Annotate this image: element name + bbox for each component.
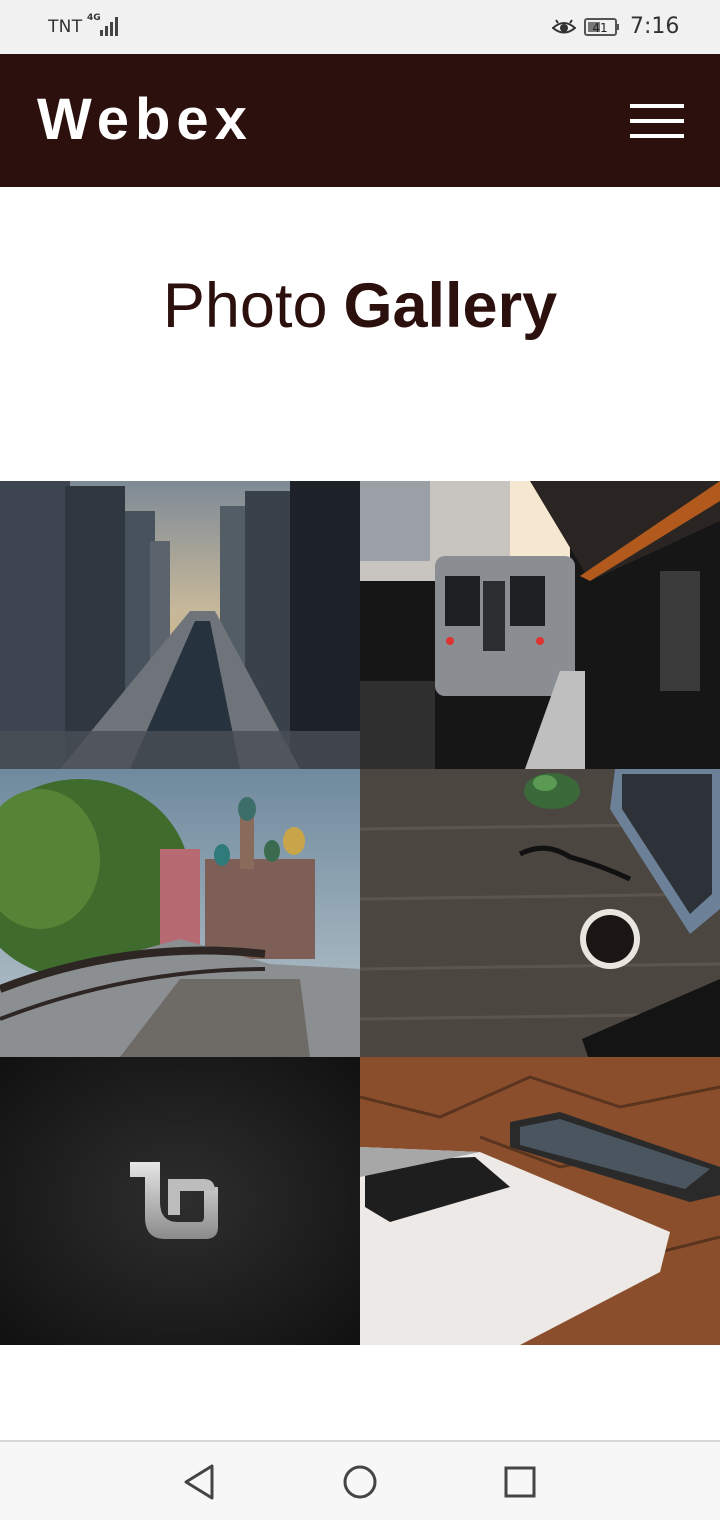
clock: 7:16: [630, 14, 680, 39]
page-title: Photo Gallery: [0, 268, 720, 344]
eye-icon: [552, 19, 576, 34]
hamburger-menu-icon[interactable]: [628, 102, 686, 140]
recents-square-icon[interactable]: [498, 1460, 542, 1504]
site-header: Webex: [0, 54, 720, 187]
gallery-photo-laptop-phone[interactable]: [360, 1057, 720, 1345]
brand-logo-text[interactable]: Webex: [37, 87, 253, 153]
page-title-light: Photo: [162, 271, 328, 341]
gallery-photo-subway-train[interactable]: [360, 481, 720, 769]
carrier-label: TNT: [48, 17, 83, 37]
photo-gallery: [0, 481, 720, 1345]
status-bar: TNT 4G 41 7:16: [0, 0, 720, 54]
gallery-photo-cathedral-bridge[interactable]: [0, 769, 360, 1057]
home-circle-icon[interactable]: [338, 1460, 382, 1504]
gallery-photo-city-skyline[interactable]: [0, 481, 360, 769]
page-title-bold: Gallery: [343, 271, 558, 341]
battery-level: 41: [592, 21, 607, 35]
signal-icon: [100, 17, 118, 36]
gallery-photo-mint-logo[interactable]: [0, 1057, 360, 1345]
back-triangle-icon[interactable]: [178, 1460, 222, 1504]
android-nav-bar: [0, 1440, 720, 1520]
battery-icon: 41: [584, 18, 619, 36]
gallery-photo-desk-coffee[interactable]: [360, 769, 720, 1057]
